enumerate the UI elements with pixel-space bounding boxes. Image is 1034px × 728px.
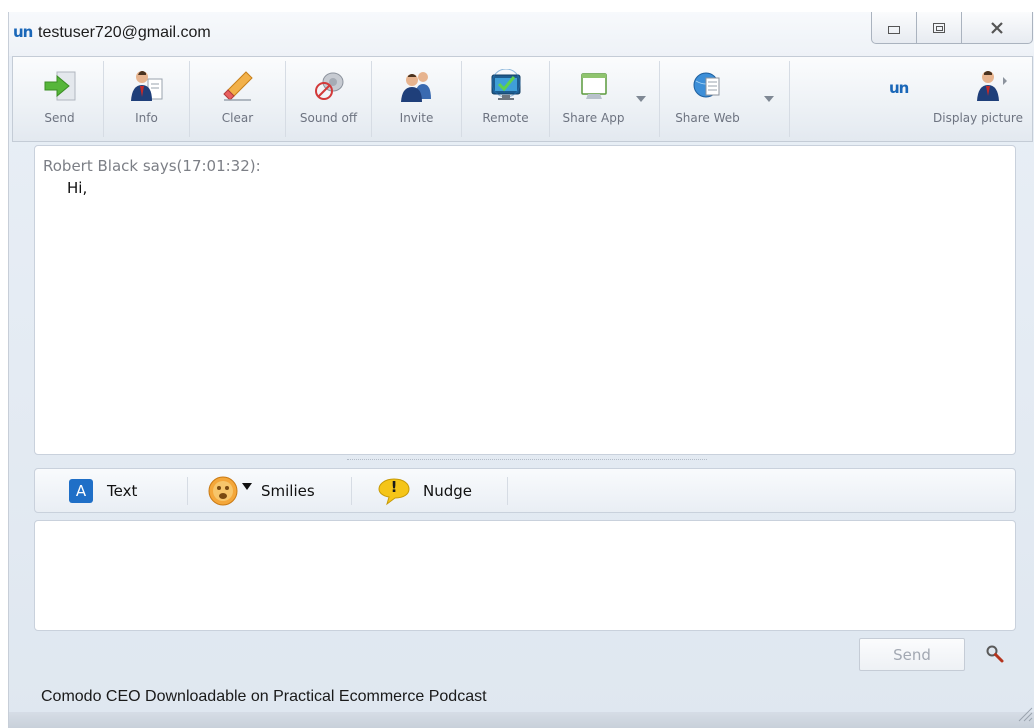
nudge-icon: ! [377, 476, 411, 506]
text-format-label: Text [107, 481, 138, 500]
send-arrow-icon [43, 69, 77, 103]
format-divider [187, 477, 188, 505]
search-button[interactable] [985, 644, 1005, 664]
share-app-dropdown-arrow[interactable] [636, 96, 646, 102]
send-button[interactable]: Send [859, 638, 965, 671]
toolbar-remote-button[interactable]: Remote [462, 61, 550, 137]
toolbar-share-app-button[interactable]: Share App [550, 61, 660, 137]
nudge-button[interactable]: ! Nudge [377, 469, 472, 512]
remote-desktop-icon [489, 68, 523, 103]
format-divider [507, 477, 508, 505]
toolbar-info-label: Info [135, 111, 158, 125]
text-format-button[interactable]: A Text [69, 469, 137, 512]
toolbar-clear-button[interactable]: Clear [190, 61, 286, 137]
format-divider [351, 477, 352, 505]
title-bar[interactable]: un testuser720@gmail.com [9, 12, 1034, 56]
chevron-down-icon[interactable] [241, 481, 253, 491]
toolbar-info-button[interactable]: Info [104, 61, 190, 137]
window-controls [871, 12, 1033, 44]
user-avatar-icon [974, 69, 1008, 103]
smilies-label: Smilies [261, 481, 315, 500]
toolbar-send-button[interactable]: Send [16, 61, 104, 137]
share-app-icon [577, 69, 611, 103]
news-ticker-link[interactable]: Comodo CEO Downloadable on Practical Eco… [41, 688, 487, 706]
smilies-button[interactable]: Smilies [207, 469, 315, 512]
message-input[interactable] [34, 520, 1016, 631]
close-button[interactable] [962, 12, 1032, 43]
toolbar-clear-label: Clear [221, 111, 254, 125]
minimize-icon [887, 25, 900, 34]
close-icon [991, 21, 1003, 34]
search-icon [986, 645, 1004, 663]
brand-logo: un [889, 79, 909, 97]
display-picture-button[interactable]: Display picture [923, 61, 1033, 137]
toolbar-share-web-label: Share Web [675, 111, 740, 125]
toolbar-sound-off-label: Sound off [299, 111, 358, 125]
app-logo: un [13, 23, 33, 41]
toolbar-invite-label: Invite [399, 111, 434, 125]
smiley-icon [208, 476, 238, 505]
window-title: testuser720@gmail.com [38, 24, 211, 41]
share-web-dropdown-arrow[interactable] [764, 96, 774, 102]
display-picture-label: Display picture [933, 111, 1023, 125]
pane-splitter[interactable] [347, 459, 707, 460]
speaker-mute-icon [312, 69, 346, 103]
message-header: Robert Black says(17:01:32): [43, 157, 261, 175]
message-body: Hi, [67, 179, 88, 197]
contact-info-icon [130, 69, 164, 103]
resize-grip[interactable] [1013, 702, 1033, 722]
invite-users-icon [400, 69, 434, 103]
toolbar: Send Info Clear Sound off Invite Remote … [12, 56, 1033, 142]
text-format-badge: A [75, 481, 87, 500]
restore-button[interactable] [917, 12, 962, 43]
nudge-exclamation: ! [390, 477, 398, 496]
share-web-icon [691, 69, 725, 103]
restore-icon [932, 22, 945, 33]
toolbar-sound-off-button[interactable]: Sound off [286, 61, 372, 137]
minimize-button[interactable] [872, 12, 917, 43]
text-format-icon: A [69, 478, 93, 503]
format-bar: A Text Smilies ! Nudge [34, 468, 1016, 513]
eraser-icon [221, 69, 255, 103]
status-bar [9, 712, 1034, 728]
toolbar-remote-label: Remote [482, 111, 529, 125]
resize-grip-icon [1018, 707, 1033, 722]
toolbar-invite-button[interactable]: Invite [372, 61, 462, 137]
toolbar-share-app-label: Share App [562, 111, 625, 125]
chat-history-pane[interactable]: Robert Black says(17:01:32): Hi, [34, 145, 1016, 455]
toolbar-send-label: Send [44, 111, 75, 125]
nudge-label: Nudge [423, 481, 472, 500]
toolbar-share-web-button[interactable]: Share Web [660, 61, 790, 137]
chat-window: un testuser720@gmail.com Send Info Clear… [8, 12, 1034, 728]
